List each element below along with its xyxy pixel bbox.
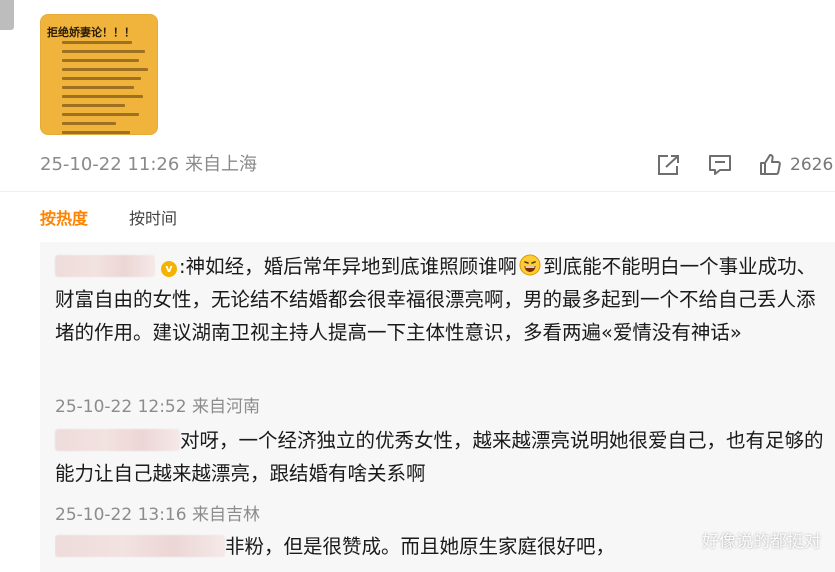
share-icon (658, 155, 679, 175)
commenter-name-redacted[interactable] (55, 255, 155, 277)
share-button[interactable] (655, 152, 681, 178)
watermark: 好像说的都挺对 (702, 532, 821, 552)
commenter-name-redacted[interactable] (55, 535, 225, 557)
post-timestamp: 25-10-22 11:26 来自上海 (40, 154, 258, 175)
like-count: 2626 (790, 155, 834, 175)
tab-sort-by-hot[interactable]: 按热度 (40, 206, 88, 232)
comment-icon (709, 155, 731, 175)
comment-timestamp: 25-10-22 13:16 来自吉林 (55, 505, 260, 525)
laughing-emoji-icon (519, 254, 541, 276)
post-image[interactable]: 拒绝娇妻论！！！ (40, 14, 158, 135)
commenter-name-redacted[interactable] (55, 429, 180, 451)
comment-text: :神如经，婚后常年异地到底谁照顾谁啊 (179, 255, 518, 278)
comment-list: v:神如经，婚后常年异地到底谁照顾谁啊 到底能不能明白一个事业成功、财富自由的女… (40, 242, 835, 572)
like-button[interactable]: 2626 (758, 152, 833, 178)
post-image-text-lines (62, 41, 152, 135)
post-image-title: 拒绝娇妻论！！！ (47, 26, 135, 39)
avatar[interactable] (0, 0, 14, 30)
thumbs-up-icon (760, 154, 781, 175)
comment-timestamp: 25-10-22 12:52 来自河南 (55, 397, 260, 417)
divider (0, 191, 835, 192)
comment-text: 非粉，但是很赞成。而且她原生家庭很好吧， (225, 535, 616, 558)
verified-badge-icon: v (161, 261, 177, 277)
post-meta-row: 25-10-22 11:26 来自上海 2626 (40, 152, 835, 178)
tab-sort-by-time[interactable]: 按时间 (129, 206, 177, 232)
comment-item: v:神如经，婚后常年异地到底谁照顾谁啊 到底能不能明白一个事业成功、财富自由的女… (55, 250, 825, 349)
comment-item: 对呀，一个经济独立的优秀女性，越来越漂亮说明她很爱自己，也有足够的能力让自己越来… (55, 424, 825, 490)
comment-button[interactable] (707, 152, 733, 178)
